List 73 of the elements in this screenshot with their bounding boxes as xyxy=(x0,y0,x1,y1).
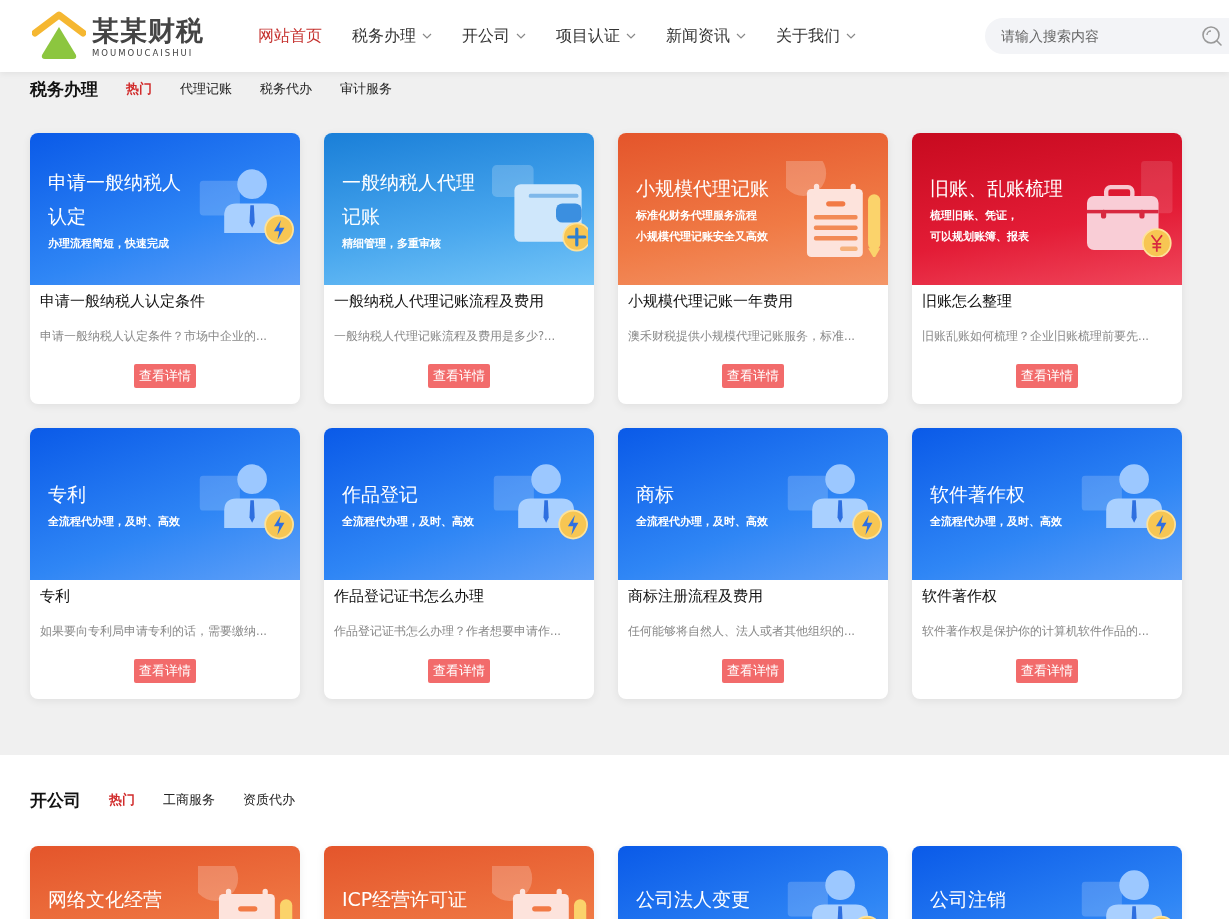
banner-title: 专利 xyxy=(48,481,87,507)
card-description: 申请一般纳税人认定条件？市场中企业的... xyxy=(40,328,268,344)
chevron-down-icon xyxy=(626,33,636,39)
banner-subtitle: 全流程代办理，及时、高效 xyxy=(48,513,181,530)
nav-link[interactable]: 网站首页 xyxy=(258,25,322,47)
details-button[interactable]: 查看详情 xyxy=(1016,659,1078,683)
details-button[interactable]: 查看详情 xyxy=(428,364,490,388)
category-tab[interactable]: 热门 xyxy=(126,80,152,98)
banner-title: 公司法人变更 xyxy=(636,887,751,912)
card-description: 如果要向专利局申请专利的话，需要缴纳... xyxy=(40,623,268,639)
banner-subtitle: 全流程代办理，及时、高效 xyxy=(342,513,475,530)
banner-title: 申请一般纳税人认定 xyxy=(48,169,182,229)
logo-title: 某某财税 xyxy=(92,14,204,47)
card-description: 一般纳税人代理记账流程及费用是多少?... xyxy=(334,328,557,344)
details-button[interactable]: 查看详情 xyxy=(1016,364,1078,388)
chevron-down-icon xyxy=(736,33,746,39)
card-description: 作品登记证书怎么办理？作者想要申请作... xyxy=(334,623,562,639)
details-button[interactable]: 查看详情 xyxy=(722,659,784,683)
details-button[interactable]: 查看详情 xyxy=(722,364,784,388)
wallet-plus-icon xyxy=(492,165,588,253)
banner-subtitle: 办理流程简短，快速完成 xyxy=(48,235,170,252)
banner-subtitle: 梳理旧账、凭证， xyxy=(930,208,1019,224)
banner-title: 小规模代理记账 xyxy=(636,176,770,201)
details-button[interactable]: 查看详情 xyxy=(428,659,490,683)
card-description: 澳禾财税提供小规模代理记账服务，标准... xyxy=(628,328,856,344)
house-logo-icon xyxy=(32,11,86,61)
search-icon[interactable] xyxy=(1201,25,1223,47)
notepad-pen-icon xyxy=(786,161,882,257)
details-button[interactable]: 查看详情 xyxy=(134,659,196,683)
category-tab[interactable]: 资质代办 xyxy=(243,791,295,809)
banner-title: 作品登记 xyxy=(342,481,419,507)
card-description: 任何能够将自然人、法人或者其他组织的... xyxy=(628,623,856,639)
banner-subtitle: 小规模代理记账安全又高效 xyxy=(636,229,769,245)
category-tab[interactable]: 工商服务 xyxy=(163,791,215,809)
banner-title: 软件著作权 xyxy=(930,481,1026,507)
banner-subtitle: 精细管理，多重审核 xyxy=(342,235,442,252)
banner-title: ICP经营许可证 xyxy=(342,887,469,912)
card-description: 软件著作权是保护你的计算机软件作品的... xyxy=(922,623,1150,639)
card-title: 专利 xyxy=(40,586,71,606)
banner-title: 一般纳税人代理记账 xyxy=(342,169,476,229)
banner-subtitle: 可以规划账簿、报表 xyxy=(930,229,1030,245)
nav-link[interactable]: 关于我们 xyxy=(776,25,856,47)
section-title: 税务办理 xyxy=(30,77,98,101)
banner-title: 旧账、乱账梳理 xyxy=(930,176,1064,201)
category-tab[interactable]: 代理记账 xyxy=(180,80,232,98)
card-title: 商标注册流程及费用 xyxy=(628,586,764,606)
category-tab[interactable]: 税务代办 xyxy=(260,80,312,98)
chevron-down-icon xyxy=(516,33,526,39)
banner-subtitle: 全流程代办理，及时、高效 xyxy=(636,513,769,530)
nav-link[interactable]: 新闻资讯 xyxy=(666,25,746,47)
card-title: 小规模代理记账一年费用 xyxy=(628,291,794,311)
details-button[interactable]: 查看详情 xyxy=(134,364,196,388)
chevron-down-icon xyxy=(422,33,432,39)
card-title: 申请一般纳税人认定条件 xyxy=(40,291,206,311)
card-title: 软件著作权 xyxy=(922,586,998,606)
card-title: 一般纳税人代理记账流程及费用 xyxy=(334,291,545,311)
nav-link[interactable]: 开公司 xyxy=(462,25,526,47)
banner-subtitle: 全流程代办理，及时、高效 xyxy=(930,513,1063,530)
card-title: 作品登记证书怎么办理 xyxy=(334,586,485,606)
banner-title: 商标 xyxy=(636,481,675,507)
nav-link[interactable]: 税务办理 xyxy=(352,25,432,47)
banner-title: 网络文化经营 xyxy=(48,887,163,912)
banner-subtitle: 标准化财务代理服务流程 xyxy=(636,208,758,224)
search-field[interactable]: 请输入搜索内容 xyxy=(985,18,1229,54)
category-tab[interactable]: 热门 xyxy=(109,791,135,809)
nav-link[interactable]: 项目认证 xyxy=(556,25,636,47)
section-title: 开公司 xyxy=(30,788,81,812)
chevron-down-icon xyxy=(846,33,856,39)
card-description: 旧账乱账如何梳理？企业旧账梳理前要先... xyxy=(922,328,1150,344)
logo-subtitle: MOUMOUCAISHUI xyxy=(92,47,195,58)
banner-title: 公司注销 xyxy=(930,887,1007,912)
card-title: 旧账怎么整理 xyxy=(922,291,1013,311)
category-tab[interactable]: 审计服务 xyxy=(340,80,392,98)
